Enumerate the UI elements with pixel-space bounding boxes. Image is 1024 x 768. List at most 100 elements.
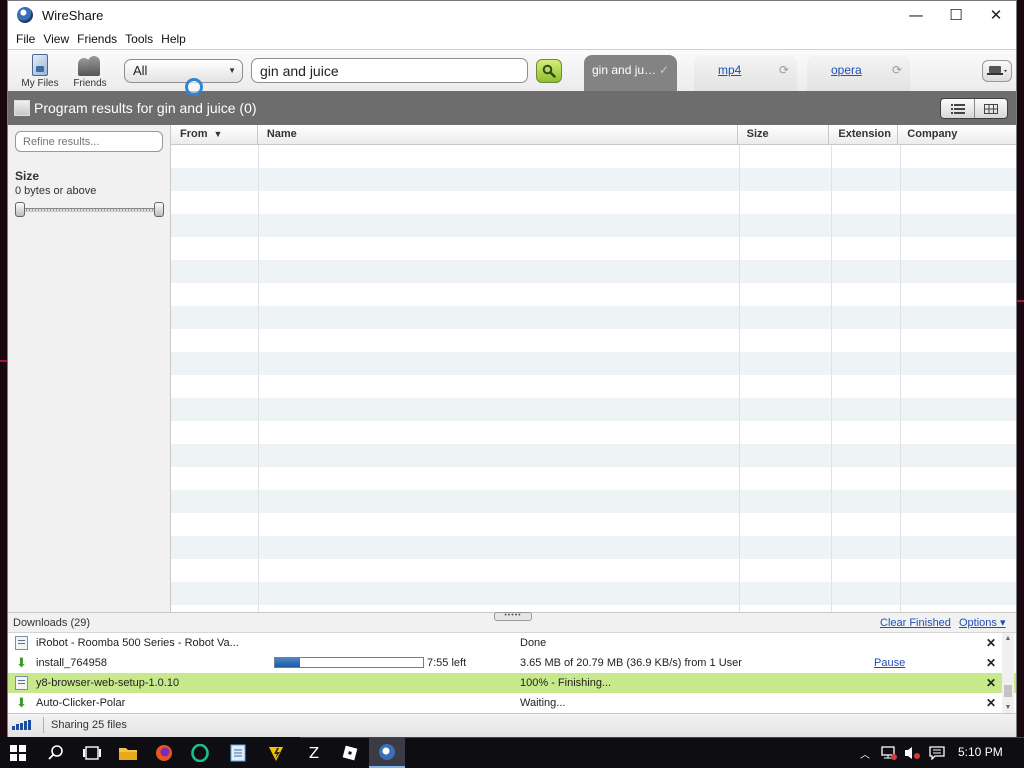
wireshare-icon[interactable] <box>369 738 405 768</box>
chevron-up-icon[interactable]: ︿ <box>856 738 874 768</box>
desktop-background <box>1017 300 1024 302</box>
friends-button[interactable]: Friends <box>64 52 116 89</box>
friends-icon <box>78 54 102 76</box>
connection-strength-icon[interactable] <box>12 720 31 730</box>
download-row-selected[interactable]: y8-browser-web-setup-1.0.10 100% - Finis… <box>8 673 1016 693</box>
column-header-size[interactable]: Size <box>738 125 830 144</box>
remove-download-icon[interactable]: ✕ <box>986 673 996 693</box>
scroll-up-icon[interactable]: ▲ <box>1002 635 1014 642</box>
menu-help[interactable]: Help <box>157 32 190 46</box>
download-row[interactable]: ⬇ Auto-Clicker-Polar Waiting... ✕ <box>8 693 1016 713</box>
column-header-name[interactable]: Name <box>258 125 738 144</box>
column-header-from[interactable]: From ▼ <box>171 125 258 144</box>
options-link[interactable]: Options ▾ <box>959 613 1006 633</box>
download-arrow-icon: ⬇ <box>16 655 27 670</box>
scroll-thumb[interactable] <box>1004 685 1012 697</box>
remove-download-icon[interactable]: ✕ <box>986 653 996 673</box>
category-value: All <box>133 63 148 78</box>
search-icon[interactable] <box>38 738 74 768</box>
panel-resize-grip[interactable]: ••••• <box>494 612 532 621</box>
empty-table-row <box>171 444 1016 467</box>
menu-friends[interactable]: Friends <box>73 32 121 46</box>
wireshare-logo-icon <box>17 7 33 23</box>
tab-label: opera <box>831 63 862 77</box>
download-name: Auto-Clicker-Polar <box>36 697 126 709</box>
empty-table-row <box>171 145 1016 168</box>
menu-view[interactable]: View <box>39 32 73 46</box>
file-explorer-icon[interactable] <box>110 738 146 768</box>
download-row[interactable]: iRobot - Roomba 500 Series - Robot Va...… <box>8 633 1016 653</box>
tab-gin-and-juice[interactable]: gin and ju… ✓ <box>584 55 677 92</box>
download-arrow-icon: ⬇ <box>16 695 27 710</box>
download-status: 100% - Finishing... <box>520 677 612 689</box>
sharing-status[interactable]: Sharing 25 files <box>51 714 127 736</box>
column-header-extension[interactable]: Extension <box>829 125 899 144</box>
table-header: From ▼ Name Size Extension Company <box>171 125 1016 145</box>
bolt-app-icon[interactable] <box>258 738 294 768</box>
document-icon <box>15 676 28 690</box>
clear-finished-link[interactable]: Clear Finished <box>880 613 951 633</box>
desktop-background <box>0 360 7 362</box>
start-icon[interactable] <box>0 738 36 768</box>
download-row[interactable]: ⬇ install_764958 7:55 left 3.65 MB of 20… <box>8 653 1016 673</box>
refine-results-input[interactable] <box>15 131 163 152</box>
opera-icon[interactable] <box>182 738 218 768</box>
menu-file[interactable]: File <box>12 32 39 46</box>
search-input[interactable] <box>251 58 528 83</box>
loading-spinner-icon: ⟳ <box>778 63 789 77</box>
download-time-left: 7:55 left <box>427 657 467 669</box>
firefox-icon[interactable] <box>146 738 182 768</box>
remove-download-icon[interactable]: ✕ <box>986 693 996 713</box>
download-name: y8-browser-web-setup-1.0.10 <box>36 677 180 689</box>
roblox-icon[interactable] <box>332 738 368 768</box>
empty-table-row <box>171 306 1016 329</box>
scroll-down-icon[interactable]: ▼ <box>1002 704 1014 711</box>
download-status: 3.65 MB of 20.79 MB (36.9 KB/s) from 1 U… <box>520 657 742 669</box>
sign-in-dropdown-button[interactable] <box>982 60 1012 82</box>
tab-label: gin and ju… <box>592 63 657 77</box>
downloads-scrollbar[interactable]: ▲ ▼ <box>1002 633 1014 713</box>
system-clock[interactable]: 5:10 PM <box>958 738 1003 768</box>
maximize-button[interactable]: ☐ <box>936 1 976 29</box>
list-view-button[interactable] <box>941 99 974 118</box>
empty-table-row <box>171 582 1016 605</box>
tab-opera[interactable]: opera ⟳ <box>807 55 910 92</box>
progress-fill <box>275 658 301 667</box>
minimize-button[interactable]: — <box>896 1 936 29</box>
menu-tools[interactable]: Tools <box>121 32 157 46</box>
size-slider-track[interactable] <box>20 208 158 212</box>
search-icon <box>542 64 556 78</box>
results-title: Program results for gin and juice (0) <box>34 100 257 116</box>
category-dropdown[interactable]: All ▼ <box>124 59 243 83</box>
pause-link[interactable]: Pause <box>874 653 905 673</box>
size-slider-max-handle[interactable] <box>154 202 164 217</box>
document-icon <box>15 636 28 650</box>
table-body <box>171 145 1016 612</box>
size-slider-min-handle[interactable] <box>15 202 25 217</box>
table-view-button[interactable] <box>974 99 1007 118</box>
size-filter-value: 0 bytes or above <box>15 185 97 197</box>
volume-muted-icon[interactable] <box>902 738 924 768</box>
tab-mp4[interactable]: mp4 ⟳ <box>694 55 797 92</box>
my-files-button[interactable]: My Files <box>14 52 66 89</box>
close-button[interactable]: ✕ <box>976 1 1016 29</box>
empty-table-row <box>171 536 1016 559</box>
dropdown-arrow-icon: ▼ <box>228 66 236 75</box>
loading-spinner-icon: ⟳ <box>891 63 902 77</box>
downloads-panel: Downloads (29) ••••• Clear Finished Opti… <box>8 612 1016 713</box>
zotero-icon[interactable]: Z <box>296 738 332 768</box>
my-files-label: My Files <box>21 78 59 89</box>
network-icon[interactable] <box>878 738 900 768</box>
empty-table-row <box>171 398 1016 421</box>
task-view-icon[interactable] <box>74 738 110 768</box>
empty-table-row <box>171 191 1016 214</box>
search-button[interactable] <box>536 59 562 83</box>
notifications-icon[interactable] <box>926 738 948 768</box>
download-progress-bar <box>274 657 424 668</box>
title-bar: WireShare — ☐ ✕ <box>8 1 1016 29</box>
remove-download-icon[interactable]: ✕ <box>986 633 996 653</box>
filter-sidebar: Size 0 bytes or above <box>8 125 171 612</box>
column-header-company[interactable]: Company <box>898 125 1016 144</box>
notepad-icon[interactable] <box>220 738 256 768</box>
check-icon: ✓ <box>658 63 669 77</box>
